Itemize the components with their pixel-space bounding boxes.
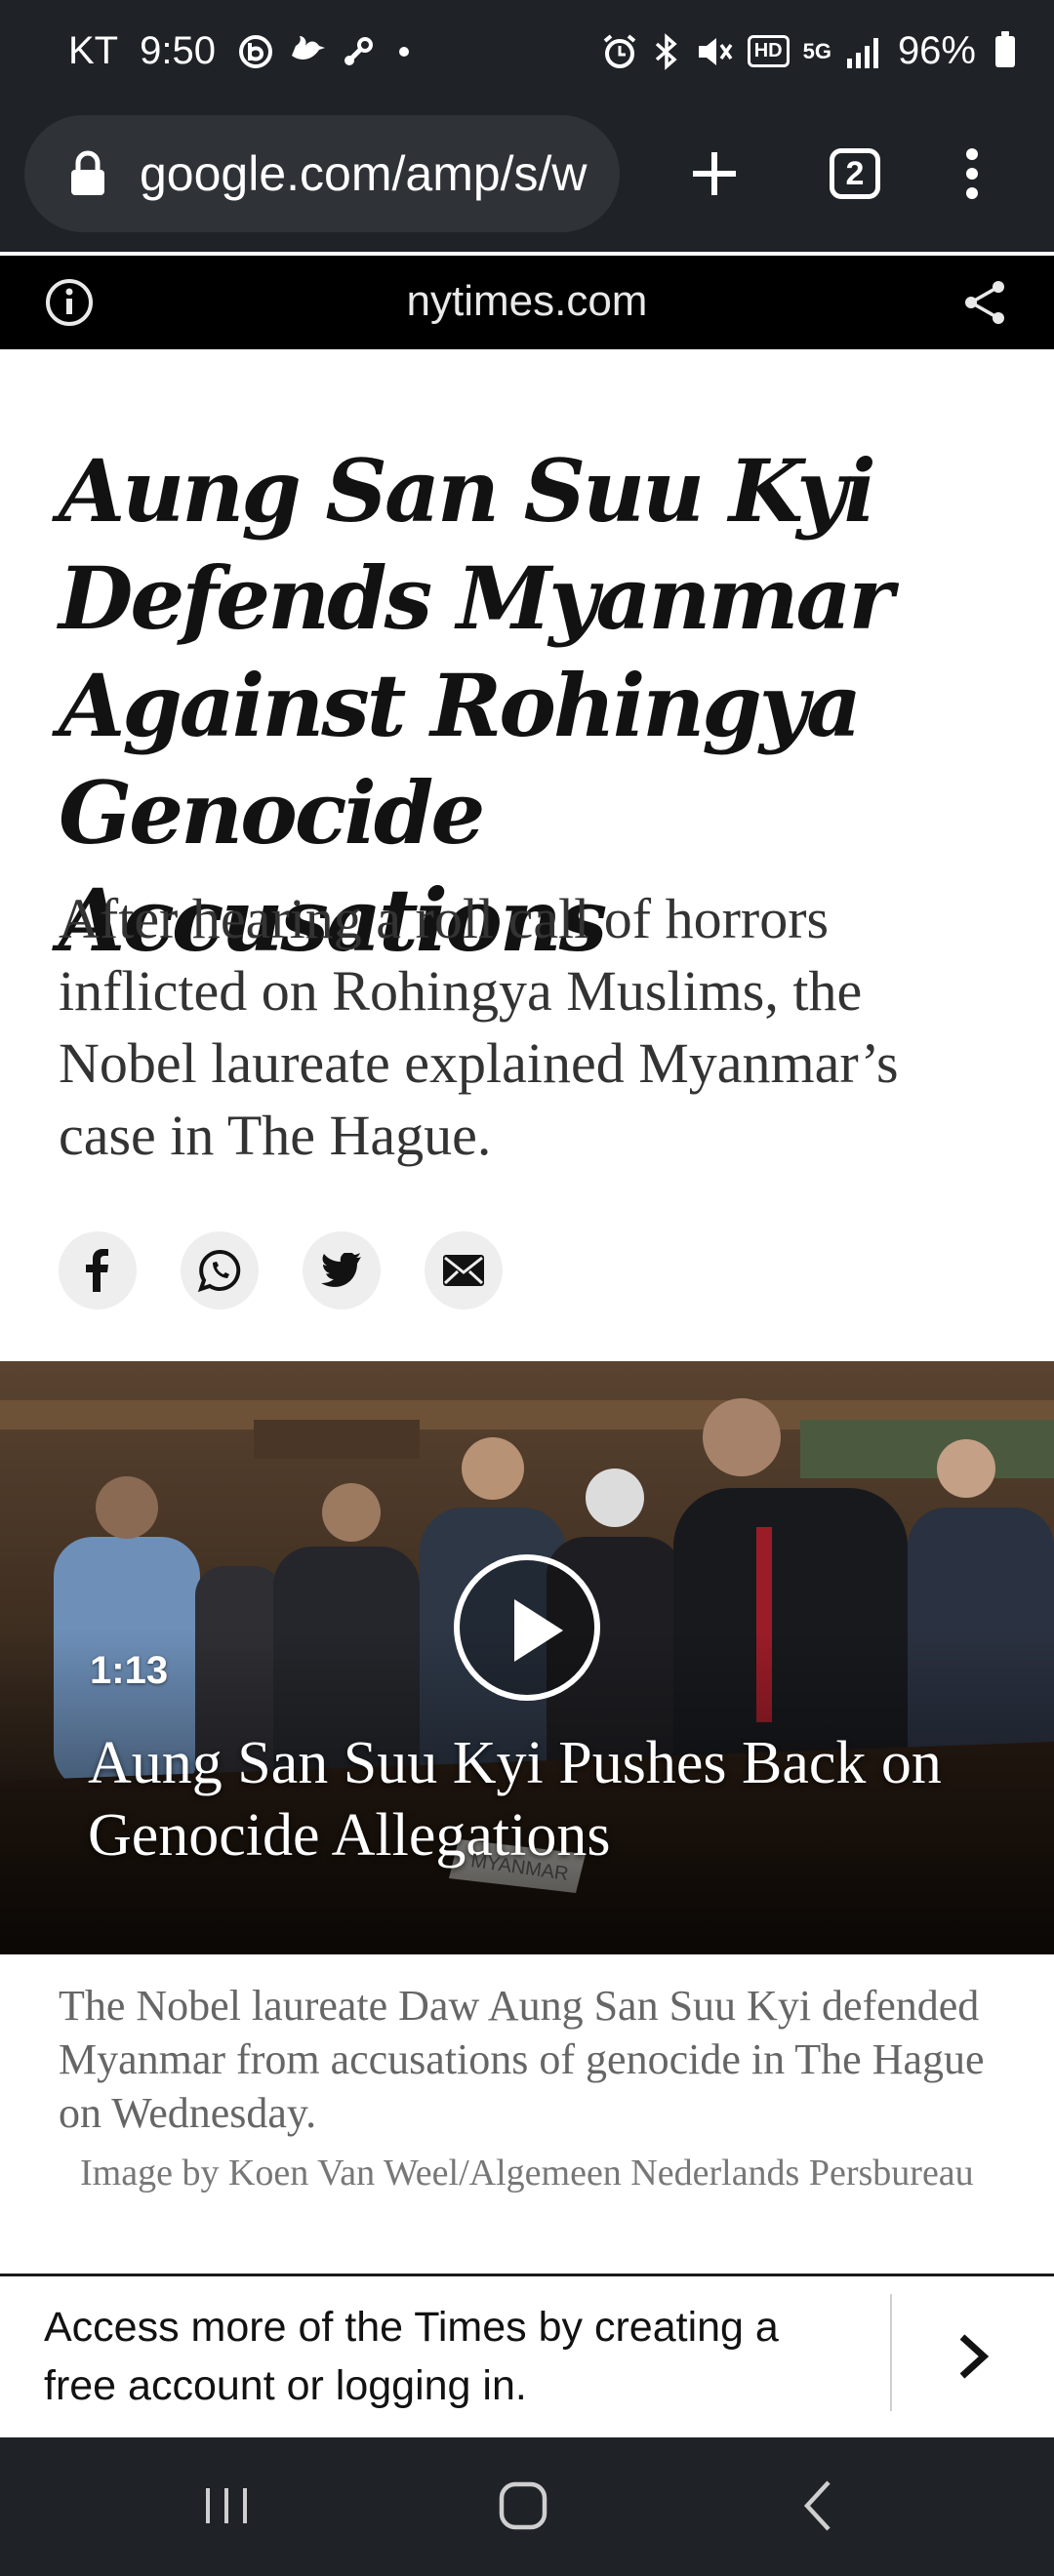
amp-header: nytimes.com <box>0 256 1054 349</box>
more-vert-icon <box>966 148 978 199</box>
facebook-icon <box>86 1249 108 1292</box>
video-duration: 1:13 <box>90 1649 169 1692</box>
tab-switcher-button[interactable]: 2 <box>826 144 884 203</box>
new-tab-button[interactable] <box>685 144 744 203</box>
share-buttons <box>59 1231 503 1309</box>
steam-icon <box>344 36 373 65</box>
url-text: google.com/amp/s/w <box>140 146 588 201</box>
status-right: HD 5G 96% <box>601 29 1015 73</box>
twitter-icon <box>321 1253 361 1287</box>
status-left: KT 9:50 <box>68 29 419 73</box>
app-notification-icon <box>238 34 272 68</box>
play-button[interactable] <box>454 1554 600 1701</box>
share-icon[interactable] <box>959 277 1010 328</box>
bluetooth-icon <box>655 32 677 70</box>
whatsapp-share-button[interactable] <box>181 1231 259 1309</box>
alarm-icon <box>603 33 635 68</box>
plus-icon <box>693 152 736 195</box>
image-caption: The Nobel laureate Daw Aung San Suu Kyi … <box>59 1982 985 2137</box>
battery-icon <box>995 30 1015 67</box>
home-icon[interactable] <box>488 2476 556 2535</box>
video-player[interactable]: 1:13 Aung San Suu Kyi Pushes Back on Gen… <box>0 1361 1054 1954</box>
tab-count: 2 <box>830 148 880 199</box>
article-summary: After hearing a roll call of horrors inf… <box>59 887 899 1167</box>
hd-badge: HD <box>747 35 790 67</box>
mute-icon <box>698 37 733 65</box>
banner-divider <box>890 2294 892 2411</box>
status-bar: KT 9:50 HD 5G 96% <box>0 0 1054 115</box>
signal-icon <box>846 37 878 68</box>
carrier-label: KT <box>68 29 119 72</box>
battery-percent: 96% <box>897 29 976 72</box>
browser-toolbar: google.com/amp/s/w 2 <box>0 115 1054 252</box>
video-title[interactable]: Aung San Suu Kyi Pushes Back on Genocide… <box>88 1727 966 1872</box>
email-icon <box>443 1255 484 1286</box>
email-share-button[interactable] <box>425 1231 503 1309</box>
chevron-right-icon[interactable] <box>939 2317 1007 2395</box>
back-icon[interactable] <box>786 2476 854 2535</box>
account-banner[interactable]: Access more of the Times by creating a f… <box>0 2274 1054 2437</box>
lock-icon <box>71 150 104 195</box>
dot-icon <box>398 46 409 57</box>
recent-apps-icon[interactable] <box>192 2476 261 2535</box>
twitter-share-button[interactable] <box>303 1231 381 1309</box>
notification-icons <box>237 33 419 70</box>
5g-badge: 5G <box>802 38 831 63</box>
amp-domain[interactable]: nytimes.com <box>0 277 1054 326</box>
whatsapp-icon <box>197 1249 241 1293</box>
facebook-share-button[interactable] <box>59 1231 137 1309</box>
menu-button[interactable] <box>943 144 1001 203</box>
image-credit: Image by Koen Van Weel/Algemeen Nederlan… <box>80 2153 974 2194</box>
bird-icon <box>291 35 325 60</box>
banner-text: Access more of the Times by creating a f… <box>44 2304 779 2409</box>
clock: 9:50 <box>140 29 216 72</box>
system-nav-bar <box>0 2437 1054 2576</box>
url-bar[interactable]: google.com/amp/s/w <box>24 115 620 232</box>
